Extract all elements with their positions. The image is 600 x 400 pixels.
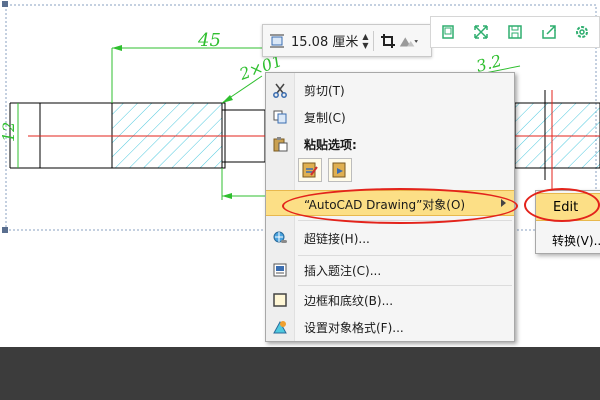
selection-handle[interactable] — [2, 227, 8, 233]
screenshot-icon[interactable] — [438, 22, 458, 42]
document-canvas: 45 2×01 3.2 12 15.08 厘米 ▲ ▼ 剪切(T) 复制(C) … — [0, 0, 600, 347]
submenu-arrow-icon — [501, 199, 506, 207]
toolbar-divider — [372, 30, 374, 51]
dim-12-label: 12 — [0, 122, 18, 142]
shape-height-icon[interactable] — [267, 31, 287, 51]
menu-item-hyperlink[interactable]: 超链接(H)... — [266, 225, 514, 251]
menu-item-borders-shading[interactable]: 边框和底纹(B)... — [266, 287, 514, 313]
size-toolbar: 15.08 厘米 ▲ ▼ — [262, 24, 432, 57]
menu-item-cut[interactable]: 剪切(T) — [266, 77, 514, 103]
menu-label: “AutoCAD Drawing”对象(O) — [304, 198, 466, 212]
copy-icon — [271, 108, 289, 126]
top-icon-bar — [430, 16, 600, 48]
menu-label: 插入题注(C)... — [304, 264, 382, 278]
menu-item-copy[interactable]: 复制(C) — [266, 104, 514, 130]
context-menu: 剪切(T) 复制(C) 粘贴选项: “AutoCAD Drawing”对象(O) — [265, 72, 515, 342]
menu-label: 设置对象格式(F)... — [304, 321, 404, 335]
submenu-label: Edit — [553, 200, 579, 215]
submenu-label: 转换(V)... — [552, 234, 600, 248]
paste-icon — [271, 135, 289, 153]
object-submenu: Edit 转换(V)... — [535, 190, 600, 254]
menu-item-paste-options: 粘贴选项: — [266, 131, 514, 157]
menu-item-insert-caption[interactable]: 插入题注(C)... — [266, 257, 514, 283]
save-icon[interactable] — [505, 22, 525, 42]
size-stepper[interactable]: ▲ ▼ — [362, 32, 368, 50]
dim-45-label: 45 — [197, 30, 221, 51]
expand-icon[interactable] — [471, 22, 491, 42]
share-icon[interactable] — [539, 22, 559, 42]
paste-picture-icon[interactable] — [328, 158, 352, 182]
border-icon — [271, 291, 289, 309]
menu-item-format-object[interactable]: 设置对象格式(F)... — [266, 314, 514, 340]
menu-divider — [298, 255, 512, 256]
menu-label: 边框和底纹(B)... — [304, 294, 394, 308]
submenu-item-edit[interactable]: Edit — [536, 193, 600, 221]
format-object-icon — [271, 318, 289, 336]
submenu-item-convert[interactable]: 转换(V)... — [536, 225, 600, 253]
menu-item-autocad-object[interactable]: “AutoCAD Drawing”对象(O) — [266, 190, 514, 216]
menu-divider — [298, 285, 512, 286]
hyperlink-icon — [271, 229, 289, 247]
position-icon[interactable] — [398, 31, 418, 51]
paste-option-buttons — [298, 158, 352, 182]
bottom-dark-bar — [0, 347, 600, 400]
menu-label: 复制(C) — [304, 111, 346, 125]
menu-label: 剪切(T) — [304, 84, 345, 98]
scissors-icon — [271, 81, 289, 99]
spin-down-icon[interactable]: ▼ — [362, 41, 368, 50]
menu-divider — [298, 220, 512, 221]
selection-handle[interactable] — [2, 1, 8, 7]
crop-icon[interactable] — [378, 31, 398, 51]
menu-label: 超链接(H)... — [304, 232, 370, 246]
caption-icon — [271, 261, 289, 279]
menu-label: 粘贴选项: — [304, 138, 357, 152]
gear-icon[interactable] — [572, 22, 592, 42]
spin-up-icon[interactable]: ▲ — [362, 32, 368, 41]
paste-keep-format-icon[interactable] — [298, 158, 322, 182]
size-value[interactable]: 15.08 厘米 — [291, 31, 358, 50]
